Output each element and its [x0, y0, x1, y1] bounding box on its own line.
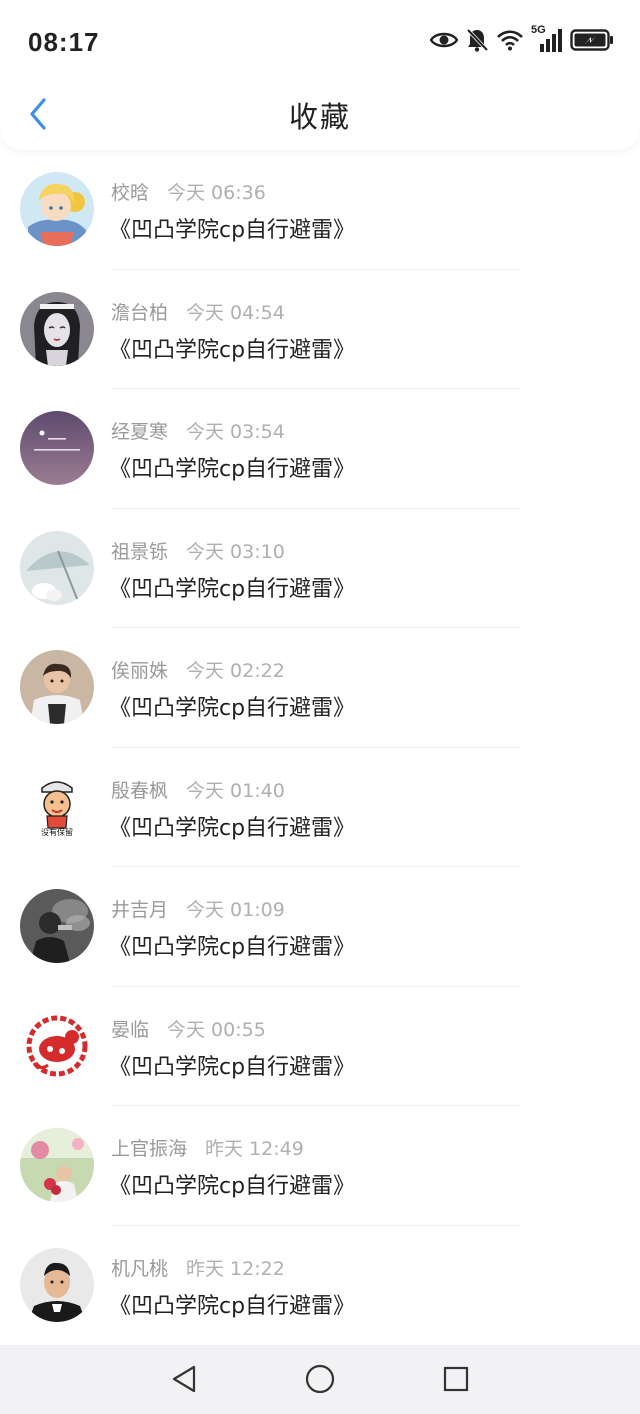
item-title: 《凹凸学院cp自行避雷》	[109, 1174, 356, 1199]
list-item[interactable]: 机凡桃 昨天 12:22 《凹凸学院cp自行避雷》	[0, 1226, 640, 1346]
item-meta: 经夏寒 今天 03:54	[111, 417, 285, 444]
list-item[interactable]: 井吉月 今天 01:09 《凹凸学院cp自行避雷》	[0, 867, 640, 987]
list-item[interactable]: 祖景铄 今天 03:10 《凹凸学院cp自行避雷》	[0, 509, 640, 628]
item-title: 《凹凸学院cp自行避雷》	[109, 815, 356, 841]
item-meta: 上官振海 昨天 12:49	[111, 1134, 304, 1161]
item-time: 昨天 12:22	[186, 1257, 285, 1280]
status-time: 08:17	[28, 27, 100, 57]
item-time: 今天 02:22	[186, 660, 285, 682]
page-title: 收藏	[288, 100, 351, 134]
status-bar: 08:17 5G	[0, 0, 640, 80]
item-time: 今天 01:40	[186, 779, 285, 802]
avatar	[20, 889, 94, 963]
item-meta: 校晗 今天 06:36	[111, 178, 266, 205]
item-time: 今天 00:55	[167, 1018, 266, 1041]
avatar	[20, 650, 94, 724]
battery-charging-icon	[570, 29, 614, 51]
item-author: 上官振海	[111, 1138, 188, 1160]
avatar-caption: 没有保留	[41, 827, 73, 837]
item-meta: 祖景铄 今天 03:10	[111, 537, 285, 564]
item-meta: 殷春枫 今天 01:40	[111, 776, 285, 803]
item-meta: 俟丽姝 今天 02:22	[111, 656, 285, 683]
item-title: 《凹凸学院cp自行避雷》	[109, 337, 356, 363]
network-type-label: 5G	[531, 24, 546, 36]
avatar	[20, 291, 94, 366]
item-title: 《凹凸学院cp自行避雷》	[109, 218, 356, 243]
item-meta: 井吉月 今天 01:09	[111, 895, 285, 922]
bell-muted-icon	[466, 28, 488, 52]
item-author: 俟丽姝	[111, 660, 169, 682]
avatar	[20, 411, 94, 485]
item-title: 《凹凸学院cp自行避雷》	[109, 457, 356, 482]
status-icons: 5G	[430, 24, 614, 52]
list-item[interactable]: 校晗 今天 06:36 《凹凸学院cp自行避雷》	[0, 150, 640, 270]
item-title: 《凹凸学院cp自行避雷》	[109, 696, 356, 721]
item-author: 祖景铄	[111, 540, 169, 563]
item-title: 《凹凸学院cp自行避雷》	[109, 1293, 356, 1319]
item-time: 今天 03:54	[186, 421, 285, 443]
list-item[interactable]: 没有保留 殷春枫 今天 01:40 《凹凸学院cp自行避雷》	[0, 748, 640, 867]
item-author: 井吉月	[111, 899, 169, 921]
item-title: 《凹凸学院cp自行避雷》	[109, 576, 356, 602]
wifi-icon	[496, 29, 524, 51]
system-nav-bar	[0, 1345, 640, 1414]
item-author: 机凡桃	[111, 1257, 169, 1280]
item-time: 今天 06:36	[167, 182, 266, 204]
avatar	[20, 1128, 94, 1202]
list-item[interactable]: 晏临 今天 00:55 《凹凸学院cp自行避雷》	[0, 987, 640, 1106]
avatar	[20, 530, 94, 605]
item-time: 今天 01:09	[186, 899, 285, 921]
list-item[interactable]: 经夏寒 今天 03:54 《凹凸学院cp自行避雷》	[0, 389, 640, 509]
list-item[interactable]: 上官振海 昨天 12:49 《凹凸学院cp自行避雷》	[0, 1106, 640, 1226]
home-circle-icon[interactable]	[302, 1361, 338, 1397]
avatar	[20, 1008, 94, 1083]
item-time: 今天 03:10	[186, 540, 285, 563]
item-author: 经夏寒	[111, 421, 169, 443]
favorites-list: 校晗 今天 06:36 《凹凸学院cp自行避雷》 澹台柏 今天 04:54 《凹…	[0, 150, 640, 1345]
item-title: 《凹凸学院cp自行避雷》	[109, 1054, 356, 1080]
avatar	[20, 172, 94, 246]
item-time: 昨天 12:49	[205, 1138, 304, 1160]
item-time: 今天 04:54	[186, 301, 285, 324]
item-author: 殷春枫	[111, 779, 169, 802]
list-item[interactable]: 俟丽姝 今天 02:22 《凹凸学院cp自行避雷》	[0, 628, 640, 748]
nav-row: 收藏	[0, 84, 640, 146]
favorites-screen: 08:17 5G 收藏 校晗 今天 06:36 《凹凸学院cp自行避雷》 澹台柏…	[0, 0, 640, 1414]
item-meta: 澹台柏 今天 04:54	[111, 298, 285, 325]
back-triangle-icon[interactable]	[166, 1361, 202, 1397]
avatar	[20, 1247, 94, 1322]
header: 08:17 5G 收藏	[0, 0, 640, 150]
item-author: 澹台柏	[111, 301, 169, 324]
item-title: 《凹凸学院cp自行避雷》	[109, 935, 356, 960]
item-meta: 机凡桃 昨天 12:22	[111, 1254, 285, 1281]
item-author: 晏临	[111, 1018, 150, 1041]
eye-icon	[430, 30, 458, 50]
list-item[interactable]: 澹台柏 今天 04:54 《凹凸学院cp自行避雷》	[0, 270, 640, 389]
item-author: 校晗	[111, 182, 150, 204]
avatar: 没有保留	[20, 769, 94, 844]
signal-icon: 5G	[531, 24, 562, 52]
item-meta: 晏临 今天 00:55	[111, 1015, 266, 1042]
recents-square-icon[interactable]	[438, 1361, 474, 1397]
